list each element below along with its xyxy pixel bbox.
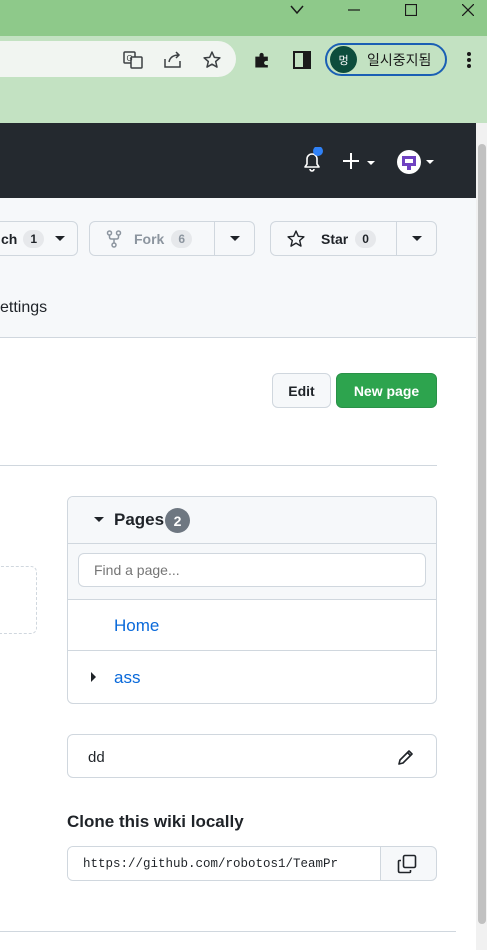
pages-count: 2 [165, 508, 190, 533]
content-placeholder [0, 566, 37, 634]
pencil-edit-icon[interactable] [396, 747, 416, 767]
star-count: 0 [355, 229, 376, 248]
star-dropdown-icon[interactable] [411, 235, 423, 243]
svg-text:G: G [127, 54, 133, 63]
maximize-icon[interactable] [400, 0, 422, 20]
fork-count: 6 [171, 229, 193, 248]
bookmark-star-icon[interactable] [200, 48, 224, 72]
scrollbar-thumb[interactable] [478, 144, 486, 924]
notifications-bell-icon[interactable] [300, 146, 326, 175]
star-icon [287, 229, 305, 247]
translate-icon[interactable]: G [121, 48, 145, 72]
pages-title[interactable]: Pages [114, 510, 164, 530]
star-label: Star [321, 230, 349, 247]
user-avatar-menu[interactable] [396, 149, 438, 175]
clone-title: Clone this wiki locally [67, 812, 244, 831]
browser-menu-icon[interactable] [457, 48, 481, 72]
custom-sidebar-box: dd [67, 734, 437, 778]
pages-panel: Pages 2 Home ass [67, 496, 437, 704]
share-icon[interactable] [161, 48, 185, 72]
tab-search-icon[interactable] [286, 0, 308, 20]
side-panel-icon[interactable] [290, 48, 314, 72]
page-expand-icon[interactable] [90, 671, 98, 683]
profile-avatar: 멍 [330, 46, 357, 73]
close-window-icon[interactable] [457, 0, 479, 20]
clone-url-input[interactable] [68, 847, 381, 880]
sidebar-text: dd [88, 749, 105, 766]
browser-bookmarks-bar [0, 86, 487, 123]
pages-collapse-icon[interactable] [93, 516, 105, 524]
minimize-icon[interactable] [343, 0, 365, 20]
fork-button-group[interactable]: Fork 6 [89, 221, 255, 256]
tab-settings[interactable]: ettings [0, 299, 47, 317]
watch-label: ch [1, 230, 18, 247]
clone-url-group [67, 846, 437, 881]
repository-header [0, 198, 476, 338]
profile-status-label: 일시중지됨 [367, 51, 432, 68]
extensions-puzzle-icon[interactable] [250, 48, 274, 72]
watch-button[interactable]: ch 1 [0, 221, 78, 256]
profile-chip[interactable]: 멍 일시중지됨 [325, 43, 447, 76]
copy-icon[interactable] [397, 854, 417, 874]
edit-button[interactable]: Edit [272, 373, 331, 408]
star-button-group[interactable]: Star 0 [270, 221, 437, 256]
footer-divider [0, 931, 456, 932]
fork-icon [106, 229, 122, 248]
find-page-input[interactable] [78, 553, 426, 587]
fork-label: Fork [134, 230, 165, 247]
watch-dropdown-icon [55, 235, 66, 241]
create-new-dropdown[interactable] [341, 150, 377, 172]
title-divider [0, 465, 437, 466]
watch-count: 1 [23, 229, 45, 248]
page-link-home[interactable]: Home [114, 616, 159, 636]
fork-dropdown-icon[interactable] [229, 235, 241, 243]
new-page-button[interactable]: New page [336, 373, 437, 408]
page-link-ass[interactable]: ass [114, 668, 140, 688]
